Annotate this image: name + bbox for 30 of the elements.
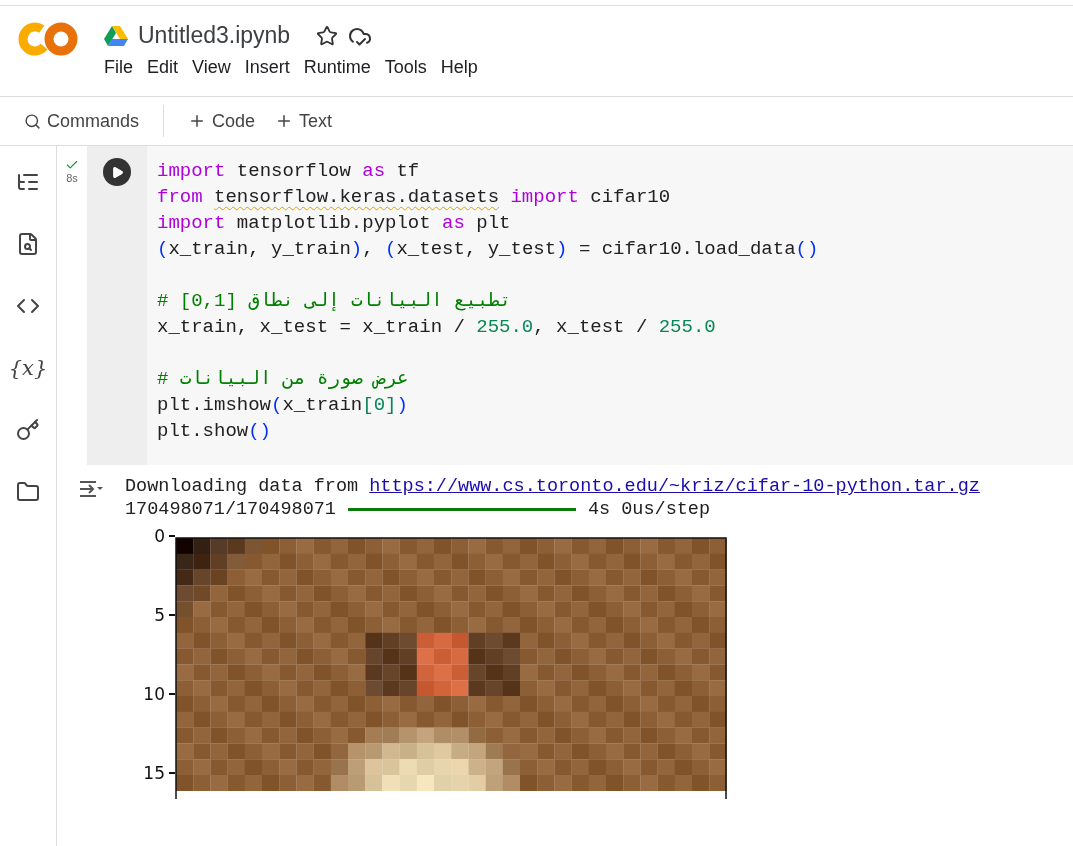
- axis-tick-label: 15: [143, 762, 165, 785]
- find-button[interactable]: [16, 232, 40, 256]
- search-icon: [24, 112, 41, 130]
- menu-item[interactable]: Edit: [147, 55, 187, 80]
- menu-item[interactable]: View: [192, 55, 239, 80]
- star-icon[interactable]: [316, 24, 339, 47]
- play-icon: [110, 165, 124, 179]
- menu-item[interactable]: Tools: [384, 55, 435, 80]
- menu-item[interactable]: File: [104, 55, 141, 80]
- axis-tick-label: 5: [154, 604, 165, 627]
- notebook-title[interactable]: Untitled3.ipynb: [138, 22, 291, 49]
- axis-tick-label: 0: [154, 525, 165, 548]
- drive-icon: [104, 25, 128, 46]
- output-text: 4s 0us/step: [587, 498, 711, 521]
- secrets-button[interactable]: [16, 418, 40, 442]
- run-duration: 8s: [66, 172, 78, 184]
- menu-item[interactable]: Help: [440, 55, 486, 80]
- files-button[interactable]: [16, 480, 40, 504]
- download-link[interactable]: https://www.cs.toronto.edu/~kriz/cifar-10-python.tar.gz: [369, 475, 980, 498]
- add-cell-button[interactable]: Text: [269, 106, 339, 136]
- menu-item[interactable]: Runtime: [303, 55, 379, 80]
- axis-tick-label: 10: [143, 683, 165, 706]
- menu-item[interactable]: Insert: [244, 55, 298, 80]
- output-text: 170498071/170498071: [125, 498, 336, 521]
- add-cell-button[interactable]: Code: [182, 106, 262, 136]
- output-toggle-icon[interactable]: [78, 479, 104, 499]
- variables-button[interactable]: {x}: [8, 356, 48, 380]
- output-text: Downloading data from: [125, 475, 360, 498]
- commands-button[interactable]: Commands: [18, 106, 146, 136]
- run-button[interactable]: [103, 158, 131, 186]
